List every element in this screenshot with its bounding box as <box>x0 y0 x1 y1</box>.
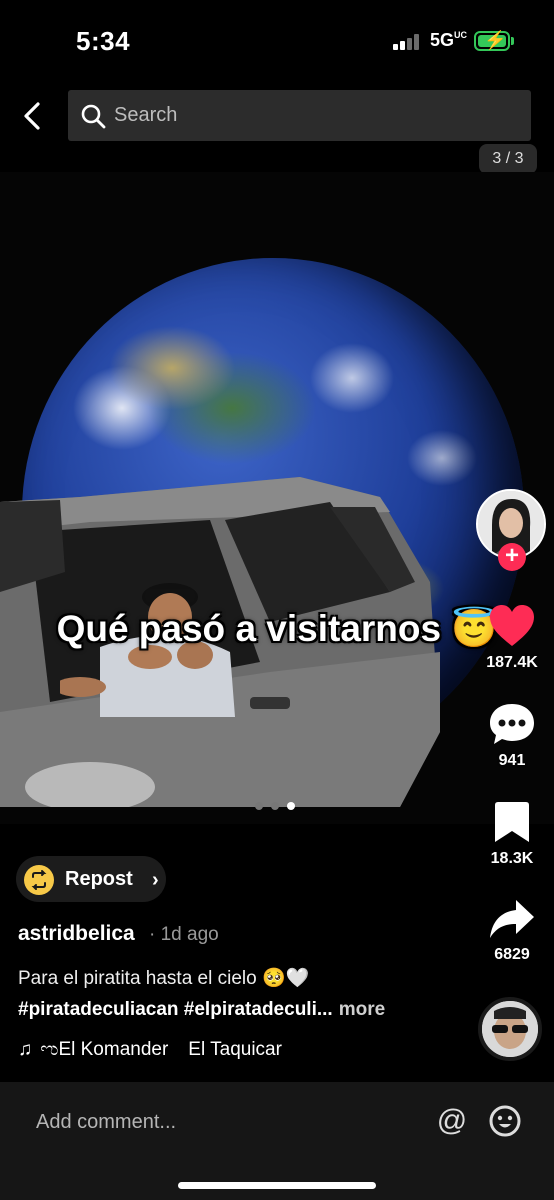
repost-label: Repost <box>65 868 133 890</box>
music-title-2: El Taquicar <box>188 1039 282 1060</box>
carousel-indicator <box>255 802 295 810</box>
page-counter: 3 / 3 <box>479 144 537 174</box>
more-link[interactable]: more <box>339 999 385 1020</box>
repost-button[interactable]: Repost › <box>16 856 166 902</box>
search-box[interactable] <box>68 90 531 141</box>
network-label: 5GUC <box>430 30 468 50</box>
heart-icon <box>490 605 534 646</box>
charging-icon: ⚡ <box>484 30 507 50</box>
share-arrow-icon <box>490 900 534 938</box>
home-indicator <box>178 1182 376 1189</box>
save-count: 18.3K <box>490 850 534 867</box>
music-title: ಌEl Komander <box>40 1039 169 1060</box>
music-disc[interactable] <box>478 997 542 1061</box>
post-description: Para el piratita hasta el cielo 🥺🤍 <box>18 968 310 989</box>
signal-icon <box>393 34 423 50</box>
music-disc-image <box>482 1001 538 1057</box>
save-action[interactable]: 18.3K <box>470 800 554 868</box>
comment-count: 941 <box>498 752 526 769</box>
carousel-dot-active[interactable] <box>287 802 295 810</box>
at-icon[interactable]: @ <box>435 1104 469 1138</box>
carousel-dot[interactable] <box>271 802 279 810</box>
bookmark-icon <box>495 802 529 842</box>
username[interactable]: astridbelica <box>18 922 135 946</box>
carousel-dot[interactable] <box>255 802 263 810</box>
share-action[interactable]: 6829 <box>470 898 554 964</box>
music-row[interactable]: ♫ ಌEl Komander El Taquicar <box>18 1039 318 1061</box>
follow-button[interactable]: + <box>498 543 526 571</box>
comment-bubble-icon <box>490 704 534 744</box>
post-time: · 1d ago <box>149 924 219 945</box>
chevron-right-icon: › <box>152 869 159 891</box>
status-time: 5:34 <box>76 26 131 56</box>
music-note-icon: ♫ <box>18 1039 33 1060</box>
hashtags-row[interactable]: #piratadeculiacan #elpiratadeculi... more <box>18 999 385 1021</box>
comment-input[interactable] <box>20 1096 400 1148</box>
back-button[interactable] <box>14 96 54 136</box>
comment-action[interactable]: 941 <box>470 702 554 770</box>
status-bar: 5:34 5GUC ⚡ <box>0 0 554 80</box>
chevron-left-icon <box>24 102 40 130</box>
share-count: 6829 <box>494 946 530 963</box>
search-input[interactable] <box>114 90 514 141</box>
like-count: 187.4K <box>486 654 538 671</box>
search-icon <box>81 104 106 129</box>
like-action[interactable]: 187.4K <box>470 604 554 672</box>
emoji-icon[interactable] <box>488 1104 522 1138</box>
creator-avatar[interactable]: + <box>476 489 546 571</box>
hashtags[interactable]: #piratadeculiacan #elpiratadeculi... <box>18 999 333 1020</box>
repost-icon <box>24 865 54 895</box>
